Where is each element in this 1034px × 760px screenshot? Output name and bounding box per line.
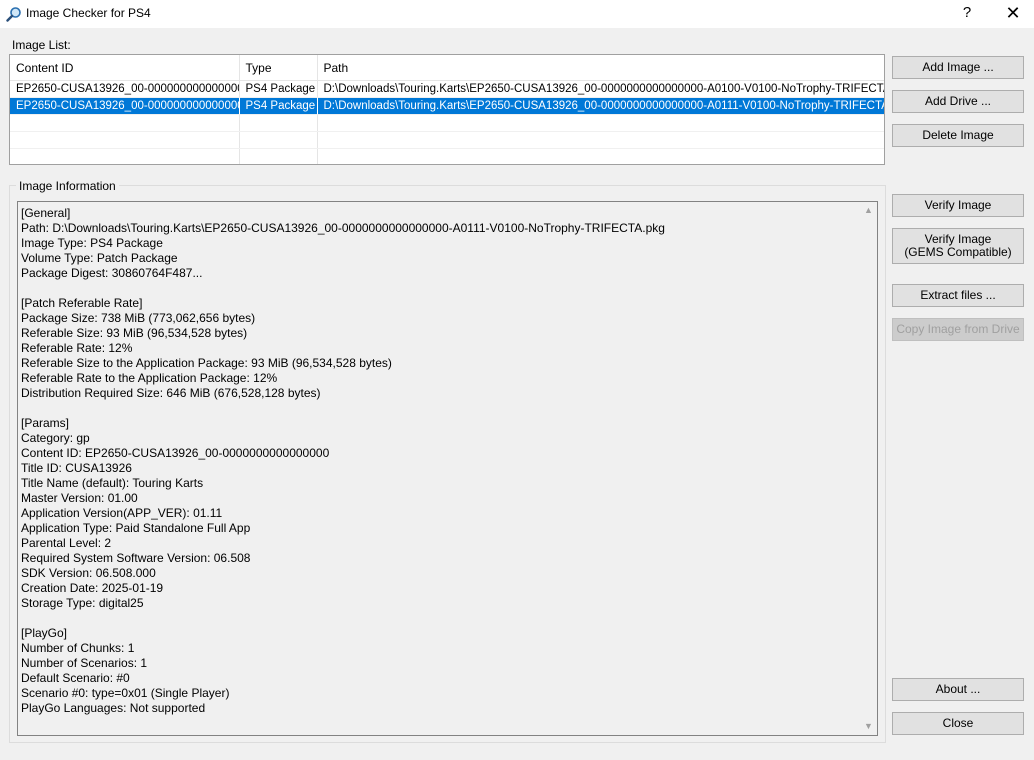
info-line: Referable Size: 93 MiB (96,534,528 bytes… xyxy=(21,326,248,340)
help-button[interactable]: ? xyxy=(944,0,990,28)
cell-type: PS4 Package xyxy=(239,80,318,98)
about-button[interactable]: About ... xyxy=(892,678,1024,701)
info-line: Creation Date: 2025-01-19 xyxy=(21,581,164,595)
column-header-type[interactable]: Type xyxy=(239,55,318,81)
column-header-path[interactable]: Path xyxy=(317,55,884,81)
info-line: PlayGo Languages: Not supported xyxy=(21,701,206,715)
list-row[interactable]: EP2650-CUSA13926_00-0000000000000000 PS4… xyxy=(10,80,884,98)
info-line: Package Size: 738 MiB (773,062,656 bytes… xyxy=(21,311,256,325)
cell-content-id: EP2650-CUSA13926_00-0000000000000000 xyxy=(10,97,240,115)
list-row-selected[interactable]: EP2650-CUSA13926_00-0000000000000000 PS4… xyxy=(10,97,884,115)
scroll-up-icon[interactable]: ▲ xyxy=(860,202,877,219)
scroll-down-icon[interactable]: ▼ xyxy=(860,718,877,735)
image-list[interactable]: Content ID Type Path EP2650-CUSA13926_00… xyxy=(9,54,885,165)
window-close-button[interactable]: ✕ xyxy=(990,0,1034,28)
delete-image-button[interactable]: Delete Image xyxy=(892,124,1024,147)
verify-gems-label-line2: (GEMS Compatible) xyxy=(904,245,1012,259)
info-line: Distribution Required Size: 646 MiB (676… xyxy=(21,386,321,400)
info-line: Image Type: PS4 Package xyxy=(21,236,163,250)
info-line: Application Type: Paid Standalone Full A… xyxy=(21,521,251,535)
info-line: [PlayGo] xyxy=(21,626,68,640)
info-line: [Patch Referable Rate] xyxy=(21,296,143,310)
info-line: Path: D:\Downloads\Touring.Karts\EP2650-… xyxy=(21,221,665,235)
info-line: Referable Rate to the Application Packag… xyxy=(21,371,278,385)
column-header-content-id[interactable]: Content ID xyxy=(10,55,240,81)
info-line: Referable Size to the Application Packag… xyxy=(21,356,392,370)
image-list-label: Image List: xyxy=(12,38,71,52)
window-title: Image Checker for PS4 xyxy=(26,6,151,20)
info-line: Title ID: CUSA13926 xyxy=(21,461,132,475)
verify-image-gems-button[interactable]: Verify Image (GEMS Compatible) xyxy=(892,228,1024,264)
add-image-button[interactable]: Add Image ... xyxy=(892,56,1024,79)
info-line: [General] xyxy=(21,206,71,220)
close-button[interactable]: Close xyxy=(892,712,1024,735)
info-line xyxy=(21,401,851,416)
info-line: SDK Version: 06.508.000 xyxy=(21,566,156,580)
cell-content-id: EP2650-CUSA13926_00-0000000000000000 xyxy=(10,80,240,98)
info-line: [Params] xyxy=(21,416,70,430)
cell-path: D:\Downloads\Touring.Karts\EP2650-CUSA13… xyxy=(317,97,884,115)
info-line: Storage Type: digital25 xyxy=(21,596,144,610)
empty-row xyxy=(10,114,884,132)
empty-row xyxy=(10,148,884,164)
info-line: Required System Software Version: 06.508 xyxy=(21,551,251,565)
info-line: Title Name (default): Touring Karts xyxy=(21,476,204,490)
image-information-text[interactable]: [General] Path: D:\Downloads\Touring.Kart… xyxy=(17,201,878,736)
vertical-scrollbar[interactable]: ▲ ▼ xyxy=(860,202,877,735)
verify-image-button[interactable]: Verify Image xyxy=(892,194,1024,217)
info-line: Default Scenario: #0 xyxy=(21,671,130,685)
extract-files-button[interactable]: Extract files ... xyxy=(892,284,1024,307)
info-line: Master Version: 01.00 xyxy=(21,491,138,505)
cell-type: PS4 Package xyxy=(239,97,318,115)
image-information-label: Image Information xyxy=(16,179,119,193)
info-line: Category: gp xyxy=(21,431,90,445)
empty-row xyxy=(10,131,884,149)
info-line: Number of Scenarios: 1 xyxy=(21,656,148,670)
copy-image-from-drive-button[interactable]: Copy Image from Drive xyxy=(892,318,1024,341)
info-line xyxy=(21,281,851,296)
cell-path: D:\Downloads\Touring.Karts\EP2650-CUSA13… xyxy=(317,80,884,98)
info-line: Number of Chunks: 1 xyxy=(21,641,135,655)
info-line: Parental Level: 2 xyxy=(21,536,112,550)
info-line xyxy=(21,611,851,626)
app-magnifier-icon xyxy=(6,7,21,22)
title-bar: Image Checker for PS4 ? ✕ xyxy=(0,0,1034,28)
info-line: Referable Rate: 12% xyxy=(21,341,133,355)
info-line: Application Version(APP_VER): 01.11 xyxy=(21,506,223,520)
add-drive-button[interactable]: Add Drive ... xyxy=(892,90,1024,113)
info-line: Package Digest: 30860764F487... xyxy=(21,266,203,280)
info-line: Content ID: EP2650-CUSA13926_00-00000000… xyxy=(21,446,330,460)
info-lines: [General] Path: D:\Downloads\Touring.Kart… xyxy=(21,206,851,716)
list-header: Content ID Type Path xyxy=(10,55,884,81)
info-line: Scenario #0: type=0x01 (Single Player) xyxy=(21,686,230,700)
info-line: Volume Type: Patch Package xyxy=(21,251,178,265)
